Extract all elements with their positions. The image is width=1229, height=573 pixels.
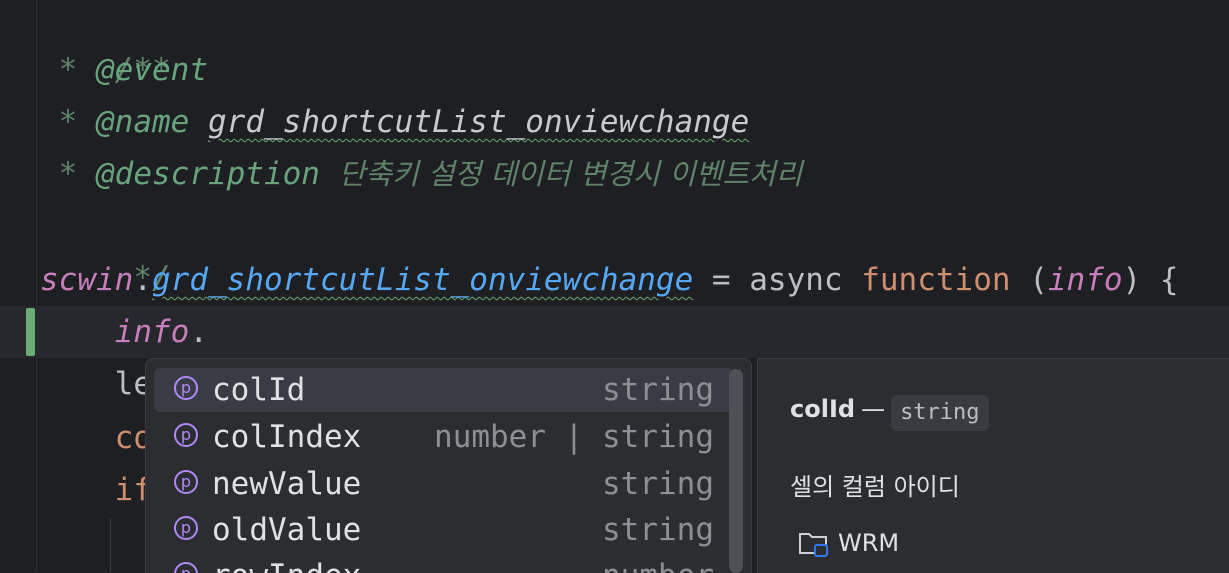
- keyword-function: function: [861, 262, 1011, 298]
- jsdoc-name-value: grd_shortcutList_onviewchange: [208, 104, 750, 140]
- property-icon: p: [174, 470, 198, 494]
- comment-star: *: [40, 104, 96, 140]
- dot: .: [133, 262, 152, 298]
- documentation-popup: colId — string 셀의 컬럼 아이디 WRM: [757, 358, 1229, 573]
- gutter-divider: [36, 0, 37, 572]
- completion-item-type: string: [602, 466, 714, 502]
- completion-item-type: number: [602, 554, 714, 573]
- property-icon: p: [174, 516, 198, 540]
- doc-symbol-name: colId: [790, 395, 856, 423]
- identifier-scwin: scwin: [40, 262, 134, 298]
- completion-item-type: string: [602, 512, 714, 548]
- indent-guide: [110, 518, 111, 572]
- code-line-3: * @name grd_shortcutList_onviewchange: [40, 96, 750, 148]
- code-line-9: co: [40, 412, 152, 464]
- code-fragment-le: le: [40, 366, 152, 402]
- paren-open: (: [1010, 262, 1048, 298]
- completion-popup[interactable]: p colId string p colIndex number | strin…: [145, 358, 752, 573]
- completion-item-name: rowIndex: [212, 554, 361, 573]
- completion-item-type: number | string: [434, 419, 714, 455]
- comment-star: *: [40, 156, 96, 192]
- doc-module-link[interactable]: WRM: [798, 525, 899, 561]
- function-name: grd_shortcutList_onviewchange: [152, 262, 694, 298]
- code-line-4: * @description 단축키 설정 데이터 변경시 이벤트처리: [40, 148, 803, 200]
- code-line-6: scwin.grd_shortcutList_onviewchange = as…: [40, 254, 1179, 306]
- doc-module-name: WRM: [838, 529, 900, 557]
- property-icon: p: [174, 423, 198, 447]
- completion-item[interactable]: p colId string: [154, 368, 734, 412]
- completion-item-name: oldValue: [212, 512, 362, 548]
- doc-signature: colId — string: [790, 389, 989, 431]
- property-icon: p: [174, 562, 198, 573]
- completion-scrollbar[interactable]: [729, 369, 743, 573]
- code-line-2: * @event: [40, 44, 208, 96]
- comment-star: *: [40, 52, 96, 88]
- vcs-change-marker[interactable]: [26, 308, 35, 356]
- jsdoc-tag-event: @event: [96, 52, 208, 88]
- code-fragment-co: co: [40, 420, 152, 456]
- jsdoc-description-text: 단축키 설정 데이터 변경시 이벤트처리: [338, 157, 803, 191]
- completion-item[interactable]: p colIndex number | string: [154, 415, 734, 459]
- completion-item-name: colIndex: [212, 419, 362, 455]
- completion-item[interactable]: p rowIndex number: [154, 554, 734, 573]
- identifier-info: info: [114, 314, 190, 350]
- code-fragment-if: if: [40, 472, 152, 508]
- paren-close-brace: ) {: [1122, 262, 1179, 298]
- doc-type-badge: string: [891, 394, 989, 431]
- jsdoc-tag-name: @name: [96, 104, 190, 140]
- completion-item[interactable]: p newValue string: [154, 462, 734, 506]
- code-line-8: le: [40, 358, 152, 410]
- completion-item[interactable]: p oldValue string: [154, 508, 734, 552]
- code-line-5: */: [40, 200, 170, 296]
- completion-item-name: newValue: [212, 466, 362, 502]
- code-line-10: if: [40, 464, 152, 516]
- code-line-7[interactable]: info.: [40, 306, 208, 358]
- doc-dash: —: [861, 395, 886, 423]
- param-info: info: [1047, 262, 1123, 298]
- completion-item-name: colId: [212, 372, 306, 408]
- assign-async: = async: [693, 262, 862, 298]
- property-icon: p: [174, 376, 198, 400]
- completion-item-type: string: [602, 372, 714, 408]
- doc-description: 셀의 컬럼 아이디: [790, 473, 960, 501]
- jsdoc-tag-description: @description: [96, 156, 320, 192]
- member-dot: .: [189, 314, 208, 350]
- module-folder-icon: [799, 533, 828, 557]
- code-line-1: /**: [40, 0, 171, 88]
